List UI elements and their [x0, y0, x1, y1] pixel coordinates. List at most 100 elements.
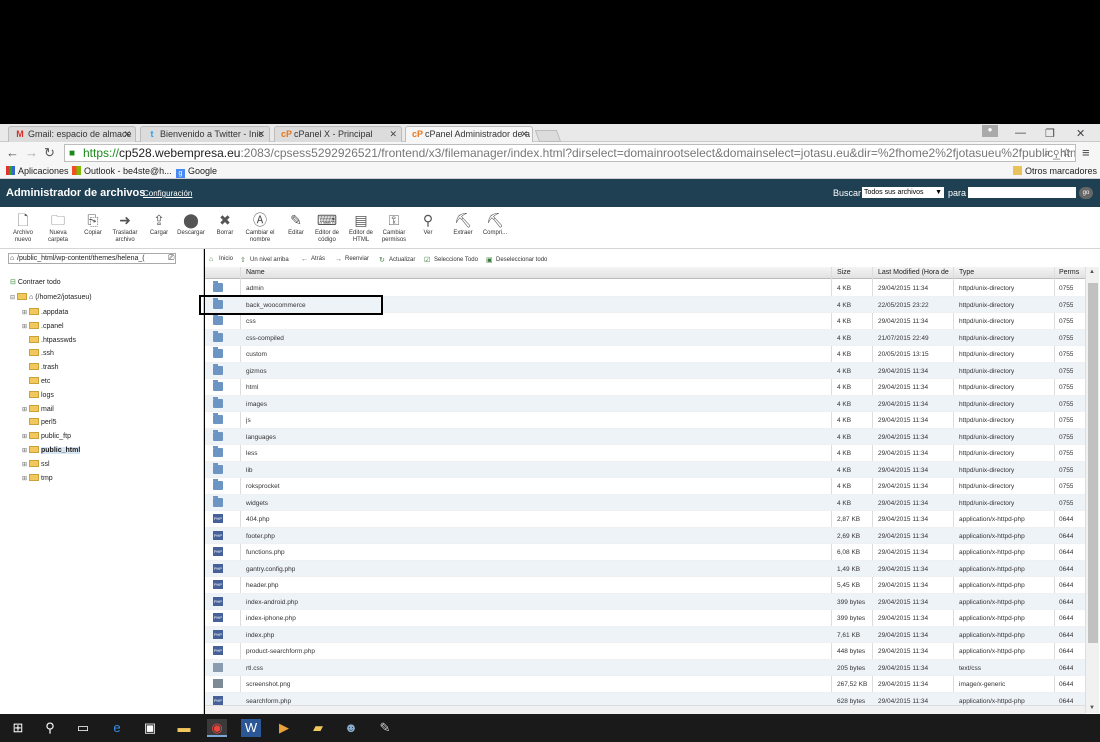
bookmark-google[interactable]: g Google	[176, 166, 217, 178]
table-row[interactable]: widgets 4 KB 29/04/2015 11:34 httpd/unix-di…	[205, 494, 1085, 511]
tree-root[interactable]: ⊟ ⌂ (/home2/jotasueu)	[10, 293, 92, 301]
url-input[interactable]: ■ https://cp528.webempresa.eu:2083/cpses…	[64, 144, 1076, 162]
tree-item[interactable]: perl5	[22, 418, 57, 426]
scroll-thumb[interactable]	[1088, 283, 1098, 643]
table-row[interactable]: js 4 KB 29/04/2015 11:34 httpd/unix-directo…	[205, 412, 1085, 429]
expand-toggle-icon[interactable]: ⊞	[22, 309, 29, 316]
tree-item[interactable]: ⊞ .appdata	[22, 308, 68, 316]
table-row[interactable]: back_woocommerce 4 KB 22/05/2015 23:22 http…	[205, 296, 1085, 313]
expand-toggle-icon[interactable]: ⊞	[22, 433, 29, 440]
tree-item[interactable]: ⊞ mail	[22, 404, 54, 413]
path-go-button[interactable]: ⎚	[168, 253, 174, 263]
people-icon[interactable]: ☻	[341, 719, 361, 737]
zoom-icon[interactable]: ⌕	[1044, 147, 1050, 159]
task-view-icon[interactable]: ▭	[73, 719, 93, 737]
toolbar-button[interactable]: ➜ Trasladar archivo	[108, 213, 142, 244]
vertical-scrollbar[interactable]: ▲ ▼	[1085, 267, 1099, 713]
media-player-icon[interactable]: ▶	[274, 719, 294, 737]
expand-toggle-icon[interactable]: ⊞	[22, 406, 29, 413]
forward-arrow-icon[interactable]: →	[25, 145, 38, 160]
tree-item[interactable]: .ssh	[22, 349, 54, 357]
search-go-button[interactable]: go	[1079, 187, 1093, 199]
tree-item[interactable]: .trash	[22, 363, 59, 371]
table-row[interactable]: rtl.css 205 bytes 29/04/2015 11:34 text/css…	[205, 659, 1085, 676]
table-row[interactable]: PHP index.php 7,61 KB 29/04/2015 11:34 appli…	[205, 626, 1085, 643]
scroll-down-icon[interactable]: ▼	[1089, 705, 1095, 711]
bookmark-apps[interactable]: Aplicaciones	[6, 166, 69, 176]
path-input[interactable]: ⌂/public_html/wp-content/themes/helena_(	[8, 253, 176, 264]
table-row[interactable]: PHP functions.php 6,08 KB 29/04/2015 11:34 a…	[205, 544, 1085, 561]
window-close-icon[interactable]: ✕	[1076, 127, 1085, 140]
table-row[interactable]: PHP index-iphone.php 399 bytes 29/04/2015 1…	[205, 610, 1085, 627]
windows-start-icon[interactable]: ⊞	[8, 719, 28, 737]
table-row[interactable]: css 4 KB 29/04/2015 11:34 httpd/unix-direct…	[205, 313, 1085, 330]
search-scope-select[interactable]: Todos sus archivos ▼	[862, 187, 944, 198]
toolbar-button[interactable]: Ⓐ Cambiar el nombre	[243, 213, 277, 244]
table-row[interactable]: PHP 404.php 2,87 KB 29/04/2015 11:34 applica…	[205, 511, 1085, 528]
horizontal-scrollbar[interactable]	[205, 705, 1085, 714]
maximize-icon[interactable]: ❐	[1045, 127, 1055, 140]
nav-button[interactable]: ☑ Seleccione Todo	[424, 256, 478, 264]
settings-link[interactable]: Configuración	[143, 189, 192, 198]
toolbar-button[interactable]: ⚲ Ver	[411, 213, 445, 237]
table-row[interactable]: custom 4 KB 20/05/2015 13:15 httpd/unix-dir…	[205, 346, 1085, 363]
table-row[interactable]: lib 4 KB 29/04/2015 11:34 httpd/unix-direct…	[205, 461, 1085, 478]
tree-item[interactable]: ⊞ .cpanel	[22, 321, 64, 330]
tab-twitter[interactable]: t Bienvenido a Twitter - Inic ✕	[140, 126, 270, 142]
column-type[interactable]: Type	[959, 269, 974, 276]
nav-button[interactable]: → Reenviar	[335, 256, 369, 263]
close-icon[interactable]: ✕	[389, 129, 397, 140]
minimize-icon[interactable]: —	[1015, 127, 1026, 139]
tree-item[interactable]: ⊞ public_ftp	[22, 432, 71, 440]
table-row[interactable]: PHP header.php 5,45 KB 29/04/2015 11:34 appl…	[205, 577, 1085, 594]
nav-button[interactable]: ← Atrás	[301, 256, 325, 263]
user-profile-icon[interactable]: ●	[982, 125, 998, 137]
search-input[interactable]	[968, 187, 1076, 198]
chrome-menu-icon[interactable]: ≡	[1082, 145, 1090, 160]
table-row[interactable]: css-compiled 4 KB 21/07/2015 22:49 httpd/un…	[205, 329, 1085, 346]
chrome-icon[interactable]: ◉	[207, 719, 227, 737]
bookmark-other[interactable]: Otros marcadores	[1013, 166, 1097, 176]
expand-toggle-icon[interactable]: ⊞	[22, 447, 29, 454]
store-icon[interactable]: ▣	[140, 719, 160, 737]
table-row[interactable]: PHP gantry.config.php 1,49 KB 29/04/2015 11…	[205, 560, 1085, 577]
tree-item[interactable]: etc	[22, 377, 50, 385]
table-row[interactable]: html 4 KB 29/04/2015 11:34 httpd/unix-direc…	[205, 379, 1085, 396]
tab-cpanel-file-manager[interactable]: cP cPanel Administrador de a ✕	[405, 126, 533, 143]
close-icon[interactable]: ✕	[123, 129, 131, 140]
table-row[interactable]: PHP product-searchform.php 448 bytes 29/04/…	[205, 643, 1085, 660]
edge-icon[interactable]: e	[107, 719, 127, 737]
tab-cpanel-principal[interactable]: cP cPanel X - Principal ✕	[274, 126, 402, 142]
toolbar-button[interactable]: 🗋 Archivo nuevo	[6, 213, 40, 244]
nav-button[interactable]: ▣ Deseleccionar todo	[486, 256, 547, 264]
scroll-up-icon[interactable]: ▲	[1089, 269, 1095, 275]
expand-toggle-icon[interactable]: ⊞	[22, 475, 29, 482]
expand-toggle-icon[interactable]: ⊞	[22, 461, 29, 468]
collapse-all-link[interactable]: ⊟ Contraer todo	[10, 278, 61, 286]
table-row[interactable]: roksprocket 4 KB 29/04/2015 11:34 httpd/uni…	[205, 478, 1085, 495]
back-arrow-icon[interactable]: ←	[6, 145, 19, 160]
toolbar-button[interactable]: ⛏ Extraer	[446, 213, 480, 237]
table-row[interactable]: gizmos 4 KB 29/04/2015 11:34 httpd/unix-dir…	[205, 362, 1085, 379]
expand-toggle-icon[interactable]: ⊞	[22, 323, 29, 330]
file-explorer-icon[interactable]: ▬	[174, 719, 194, 737]
toolbar-button[interactable]: 🗀 Nueva carpeta	[41, 213, 75, 244]
toolbar-button[interactable]: ✖ Borrar	[208, 213, 242, 237]
tree-item[interactable]: logs	[22, 390, 54, 399]
table-row[interactable]: less 4 KB 29/04/2015 11:34 httpd/unix-direc…	[205, 445, 1085, 462]
column-size[interactable]: Size	[837, 269, 851, 276]
star-icon[interactable]: ☆	[1062, 147, 1071, 159]
extension-icon[interactable]: ⚲	[1054, 147, 1059, 159]
column-perms[interactable]: Perms	[1059, 269, 1079, 276]
word-icon[interactable]: W	[241, 719, 261, 737]
table-row[interactable]: PHP footer.php 2,69 KB 29/04/2015 11:34 appl…	[205, 527, 1085, 544]
folder-icon[interactable]: ▰	[308, 719, 328, 737]
toolbar-button[interactable]: ✎ Editar	[279, 213, 313, 237]
bookmark-outlook[interactable]: Outlook - be4ste@h...	[72, 166, 172, 176]
column-name[interactable]: Name	[246, 269, 265, 276]
table-row[interactable]: PHP index-android.php 399 bytes 29/04/2015 …	[205, 593, 1085, 610]
collapse-toggle-icon[interactable]: ⊟	[10, 294, 17, 301]
toolbar-button[interactable]: ⌨ Editor de código	[310, 213, 344, 244]
toolbar-button[interactable]: ⚿ Cambiar permisos	[377, 213, 411, 244]
close-icon[interactable]: ✕	[257, 129, 265, 140]
